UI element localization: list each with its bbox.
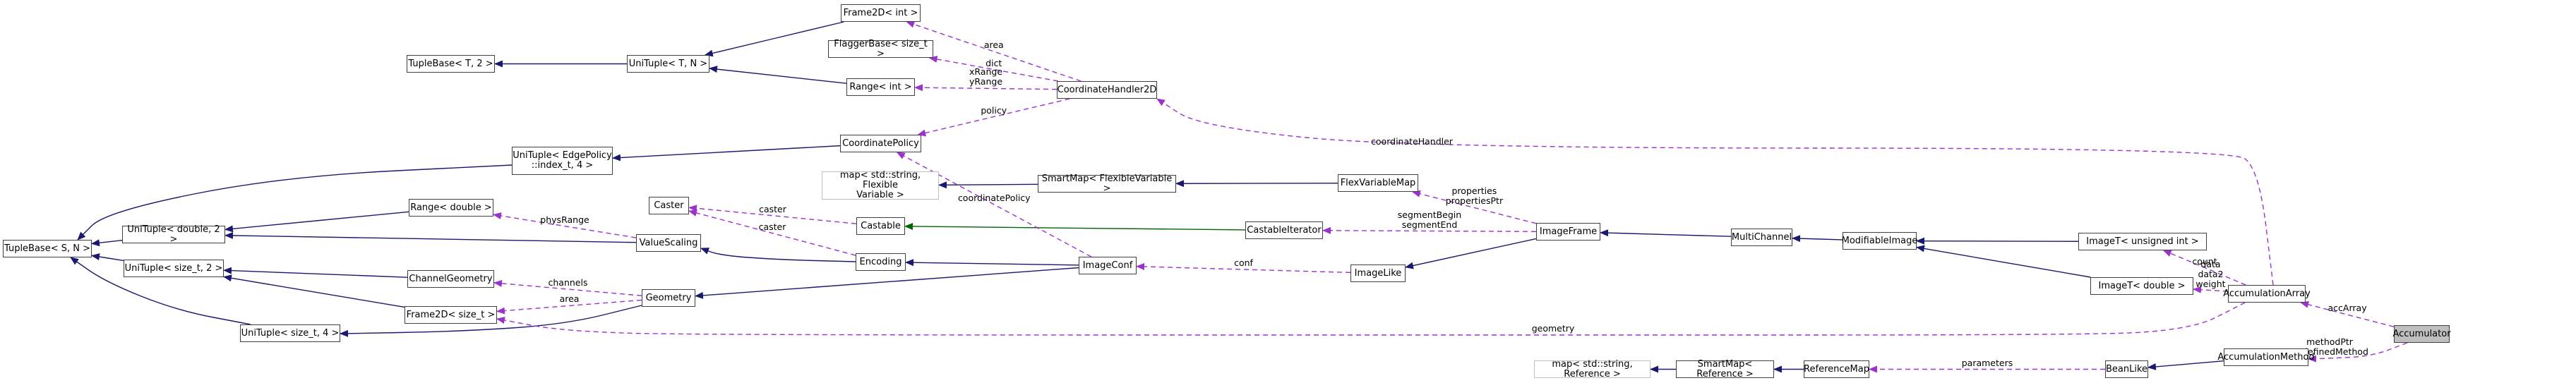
class-node-coordinatepolicy[interactable]: CoordinatePolicy (840, 135, 921, 152)
class-node-unituple-double-2[interactable]: UniTuple< double, 2 > (122, 224, 225, 244)
edge-label: caster (759, 203, 786, 214)
usage-edge-imageconf-to-coordinatepolicy (896, 152, 1092, 257)
class-node-imagelike[interactable]: ImageLike (1350, 265, 1406, 282)
inheritance-edge-flexvariablemap-to-smartmap_flexible (1175, 180, 1338, 188)
class-node-frame2d-sizet[interactable]: Frame2D< size_t > (405, 306, 497, 324)
class-node-range-double[interactable]: Range< double > (409, 199, 493, 217)
class-node-multichannel[interactable]: MultiChannel (1731, 229, 1792, 246)
class-node-unituple-tn[interactable]: UniTuple< T, N > (627, 55, 709, 73)
inheritance-edge-range_int-to-unituple_tn (709, 66, 847, 84)
class-node-castable[interactable]: Castable (856, 217, 905, 235)
class-node-imaget-double[interactable]: ImageT< double > (2090, 277, 2193, 295)
edge-label: geometry (1531, 323, 1575, 334)
inheritance-edge-unituple_sizet_2-to-tuplebase_sn (91, 253, 124, 262)
class-node-smartmap-flexible[interactable]: SmartMap< FlexibleVariable > (1038, 174, 1176, 193)
class-node-accumulationmethod[interactable]: AccumulationMethod (2217, 348, 2315, 366)
inheritance-edge-accumulationmethod-to-beanlike (2147, 360, 2224, 370)
edge-label: accArray (2328, 303, 2367, 314)
class-node-imaget-uint[interactable]: ImageT< unsigned int > (2078, 233, 2207, 250)
class-node-range-int[interactable]: Range< int > (846, 78, 915, 96)
class-node-frame2d-int[interactable]: Frame2D< int > (841, 4, 921, 22)
inheritance-edge-imageconf-to-geometry (695, 267, 1079, 299)
edge-label: channels (548, 277, 588, 288)
inheritance-edge-encoding-to-valuescaling (700, 248, 856, 262)
class-node-unituple-sizet-4[interactable]: UniTuple< size_t, 4 > (240, 324, 340, 342)
class-node-imageconf[interactable]: ImageConf (1079, 257, 1137, 274)
inheritance-edge-channelgeometry-to-unituple_sizet_2 (223, 267, 408, 278)
class-node-valuescaling[interactable]: ValueScaling (636, 234, 701, 252)
inheritance-edge-modifiableimage-to-multichannel (1792, 235, 1843, 243)
edge-label: xRange yRange (969, 66, 1003, 87)
template-edge-castableiterator-to-castable (904, 222, 1246, 231)
class-node-caster[interactable]: Caster (649, 197, 689, 214)
class-node-encoding[interactable]: Encoding (856, 253, 906, 271)
usage-edge-imageframe-to-castableiterator (1322, 226, 1537, 234)
class-node-unituple-edgepolicy[interactable]: UniTuple< EdgePolicy ::index_t, 4 > (512, 147, 613, 175)
class-node-channelgeometry[interactable]: ChannelGeometry (407, 270, 494, 288)
collaboration-diagram: physRange caster caster channels area area dic… (0, 0, 2576, 383)
edge-label: data data2 weight (2195, 258, 2226, 289)
edge-label: policy (981, 104, 1007, 116)
inheritance-edge-imaget_double-to-modifiableimage (1916, 245, 2091, 278)
class-node-smartmap-reference[interactable]: SmartMap< Reference > (1676, 359, 1774, 379)
inheritance-edge-multichannel-to-imageframe (1600, 229, 1732, 237)
usage-edge-accumulationarray-to-frame2d_sizet (496, 302, 2246, 336)
class-node-flexvariablemap[interactable]: FlexVariableMap (1338, 174, 1418, 192)
class-node-flaggerbase[interactable]: FlaggerBase< size_t > (828, 39, 933, 59)
inheritance-edge-imageframe-to-imagelike (1405, 238, 1537, 269)
edge-label: parameters (1961, 357, 2013, 368)
edge-label: properties propertiesPtr (1445, 186, 1504, 207)
inheritance-edge-imaget_uint-to-modifiableimage (1916, 237, 2079, 245)
usage-edge-encoding-to-caster (688, 209, 856, 256)
edge-label: area (983, 39, 1004, 50)
usage-edge-accumulationarray-to-coordinatehandler2d (1156, 98, 2274, 286)
usage-edge-coordinatehandler2d-to-range_int (914, 84, 1058, 92)
class-node-beanlike[interactable]: BeanLike (2105, 360, 2148, 378)
inheritance-edge-coordinatepolicy-to-unituple_edgepolicy (612, 145, 841, 162)
edge-label: segmentBegin segmentEnd (1397, 209, 1462, 230)
inheritance-edge-smartmap_flexible-to-map_flexible (938, 181, 1038, 189)
class-node-accumulationarray[interactable]: AccumulationArray (2223, 285, 2311, 303)
class-node-unituple-sizet-2[interactable]: UniTuple< size_t, 2 > (124, 260, 224, 277)
class-node-geometry[interactable]: Geometry (642, 289, 695, 307)
class-node-modifiableimage[interactable]: ModifiableImage (1842, 232, 1917, 250)
edge-label: caster (758, 221, 786, 232)
class-node-map-reference[interactable]: map< std::string, Reference > (1534, 359, 1651, 379)
edge-layer (70, 20, 2408, 373)
edge-label: conf (1234, 257, 1253, 269)
class-node-coordinatehandler2d[interactable]: CoordinateHandler2D (1057, 81, 1157, 99)
inheritance-edge-frame2d_sizet-to-unituple_sizet_2 (223, 274, 405, 308)
edge-label: coordinatePolicy (957, 193, 1031, 203)
inheritance-edge-valuescaling-to-unituple_double_2 (224, 231, 637, 243)
class-node-accumulator[interactable]: Accumulator (2392, 325, 2451, 343)
inheritance-edge-unituple_double_2-to-tuplebase_sn (91, 239, 123, 247)
class-node-referencemap[interactable]: ReferenceMap (1804, 360, 1869, 378)
inheritance-edge-frame2d_int-to-unituple_tn (704, 21, 844, 57)
class-node-tuplebase-sn[interactable]: TupleBase< S, N > (3, 240, 92, 257)
class-node-tuplebase-t2[interactable]: TupleBase< T, 2 > (407, 55, 495, 73)
edge-label: area (559, 293, 580, 305)
edge-label: physRange (540, 214, 589, 225)
inheritance-edge-imageconf-to-encoding (905, 259, 1079, 267)
class-node-imageframe[interactable]: ImageFrame (1536, 223, 1600, 241)
inheritance-edge-range_double-to-unituple_double_2 (224, 211, 409, 233)
class-node-castableiterator[interactable]: CastableIterator (1245, 221, 1323, 239)
class-node-map-flexible[interactable]: map< std::string, Flexible Variable > (822, 171, 939, 200)
edge-label: coordinateHandler (1371, 136, 1453, 147)
